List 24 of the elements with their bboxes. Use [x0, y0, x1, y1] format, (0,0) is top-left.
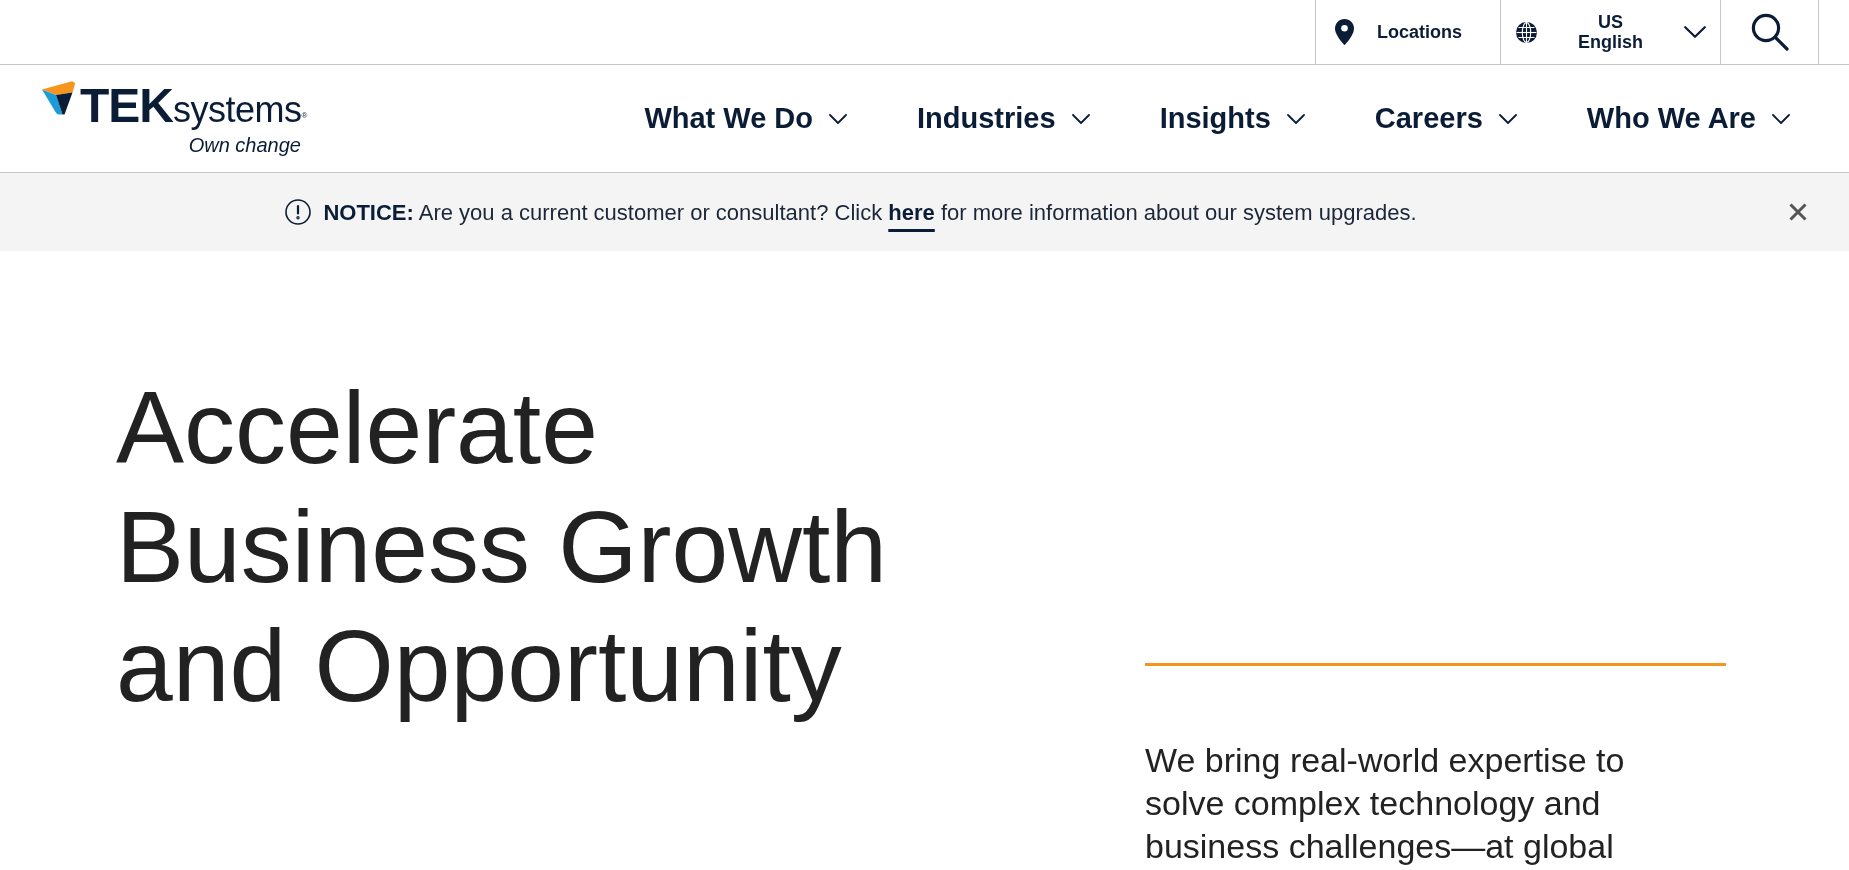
chevron-down-icon [1772, 113, 1790, 124]
chevron-down-icon [829, 113, 848, 124]
language-selector[interactable]: US English [1500, 0, 1720, 64]
map-pin-icon [1335, 19, 1354, 45]
search-icon [1750, 13, 1789, 51]
locations-link[interactable]: Locations [1315, 0, 1500, 64]
nav-menu-item[interactable]: What We Do [644, 96, 848, 141]
nav-menu-item[interactable]: Careers [1374, 96, 1517, 141]
close-button[interactable] [1789, 203, 1807, 221]
hero-heading: Accelerate Business Growth and Opportunity [116, 370, 888, 725]
chevron-down-icon [1071, 113, 1090, 124]
logo-icon [42, 80, 76, 115]
chevron-down-icon [1684, 26, 1706, 38]
chevron-down-icon [1498, 113, 1517, 124]
search-button[interactable] [1720, 0, 1819, 64]
hero-description: We bring real-world expertise to solve complex technology and business challenges—at global [1145, 740, 1626, 867]
nav-menu-item[interactable]: Who We Are [1586, 96, 1790, 141]
nav-menu-item[interactable]: Industries [917, 96, 1090, 141]
exclamation-icon [285, 199, 312, 225]
chevron-down-icon [1286, 113, 1305, 124]
close-icon [1789, 203, 1807, 221]
globe-icon [1516, 21, 1537, 43]
nav-menu-item[interactable]: Insights [1159, 96, 1305, 141]
logo-tagline: Own change [188, 133, 301, 156]
